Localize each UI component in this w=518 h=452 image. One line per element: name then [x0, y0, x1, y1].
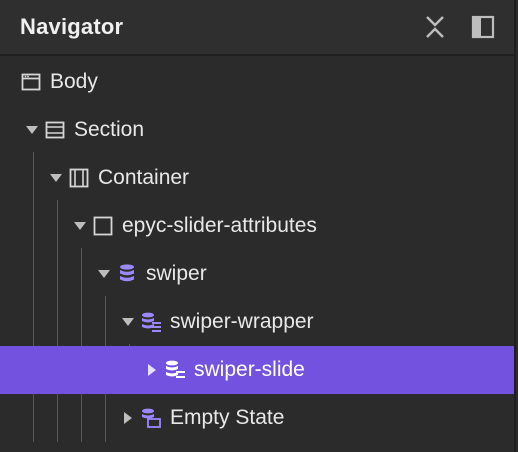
container-icon	[68, 167, 90, 189]
window-icon	[20, 71, 42, 93]
tree-node-empty-state[interactable]: Empty State	[0, 394, 514, 442]
div-block-icon	[92, 215, 114, 237]
tree-node-label: swiper-slide	[194, 358, 305, 381]
tree-node-label: swiper	[146, 262, 207, 285]
empty-state-icon	[140, 407, 162, 429]
tree-node-container[interactable]: Container	[0, 154, 514, 202]
tree-node-label: epyc-slider-attributes	[122, 214, 317, 237]
tree-node-label: swiper-wrapper	[170, 310, 314, 333]
tree-node-body[interactable]: Body	[0, 58, 514, 106]
section-icon	[44, 119, 66, 141]
tree-node-section[interactable]: Section	[0, 106, 514, 154]
navigator-tree: Body Section Container epyc-slider-attri…	[0, 56, 514, 442]
collection-item-icon	[164, 359, 186, 381]
tree-node-label: Section	[74, 118, 145, 141]
collection-list-wrapper-icon	[116, 263, 138, 285]
dock-panel-icon[interactable]	[470, 14, 496, 40]
tree-node-label: Container	[98, 166, 190, 189]
caret-down-icon[interactable]	[48, 170, 64, 186]
caret-down-icon[interactable]	[120, 314, 136, 330]
panel-title: Navigator	[20, 14, 124, 39]
navigator-header: Navigator	[0, 0, 514, 56]
header-actions	[422, 14, 496, 40]
tree-node-epyc-slider-attributes[interactable]: epyc-slider-attributes	[0, 202, 514, 250]
caret-down-icon[interactable]	[72, 218, 88, 234]
tree-node-swiper[interactable]: swiper	[0, 250, 514, 298]
tree-node-label: Empty State	[170, 406, 285, 429]
caret-down-icon[interactable]	[24, 122, 40, 138]
caret-right-icon[interactable]	[120, 410, 136, 426]
tree-node-label: Body	[50, 70, 98, 93]
tree-node-swiper-wrapper[interactable]: swiper-wrapper	[0, 298, 514, 346]
collection-list-icon	[140, 311, 162, 333]
tree-node-swiper-slide[interactable]: swiper-slide	[0, 346, 514, 394]
caret-down-icon[interactable]	[96, 266, 112, 282]
navigator-panel: Navigator Body Section Container epyc-sl…	[0, 0, 516, 452]
caret-right-icon[interactable]	[144, 362, 160, 378]
close-x-icon[interactable]	[422, 14, 448, 40]
